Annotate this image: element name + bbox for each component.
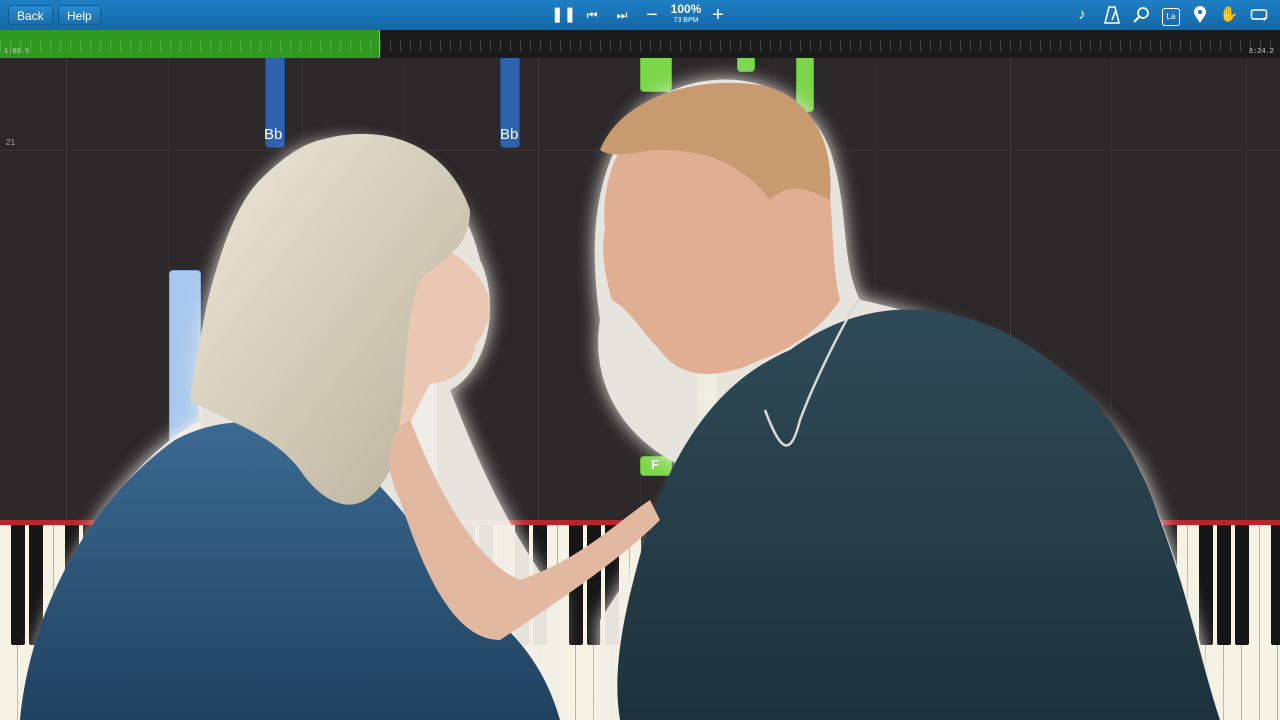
black-key[interactable]: [1145, 525, 1159, 645]
black-key[interactable]: [191, 525, 205, 645]
black-key[interactable]: [1199, 525, 1213, 645]
black-key[interactable]: [533, 525, 547, 645]
black-key[interactable]: [695, 525, 709, 645]
black-key[interactable]: [1019, 525, 1033, 645]
black-key[interactable]: [317, 525, 331, 645]
black-key[interactable]: [515, 525, 529, 645]
label-icon-text: La: [1162, 8, 1180, 26]
zoom-readout: 100% 73 BPM: [668, 3, 704, 25]
label-icon[interactable]: La: [1160, 4, 1182, 26]
progress-ticks: [0, 40, 1280, 52]
black-key[interactable]: [1217, 525, 1231, 645]
black-key[interactable]: [641, 525, 655, 645]
help-button[interactable]: Help: [58, 5, 101, 25]
black-key[interactable]: [1091, 525, 1105, 645]
black-key[interactable]: [785, 525, 799, 645]
black-key[interactable]: [227, 525, 241, 645]
falling-note: [640, 58, 672, 92]
black-key[interactable]: [137, 525, 151, 645]
black-key[interactable]: [11, 525, 25, 645]
black-key[interactable]: [461, 525, 475, 645]
black-key[interactable]: [947, 525, 961, 645]
falling-note: [697, 358, 717, 520]
black-key[interactable]: [389, 525, 403, 645]
black-key[interactable]: [281, 525, 295, 645]
elapsed-time: 1:00.5: [4, 48, 30, 56]
grid-line: [640, 58, 641, 520]
black-key[interactable]: [983, 525, 997, 645]
music-note-icon[interactable]: ♪: [1071, 4, 1093, 26]
total-time: 3:24.2: [1248, 48, 1274, 56]
top-toolbar: Back Help ❚❚ ⏮ ⏭ − 100% 73 BPM + ♪ La ✋: [0, 0, 1280, 30]
falling-note: [405, 378, 437, 520]
piano-keyboard: [0, 520, 1280, 720]
note-label: Ab: [697, 388, 715, 403]
black-key[interactable]: [569, 525, 583, 645]
song-progress-bar[interactable]: 1:00.5 3:24.2: [0, 30, 1280, 58]
back-button[interactable]: Back: [8, 5, 53, 25]
black-key[interactable]: [965, 525, 979, 645]
black-key[interactable]: [1109, 525, 1123, 645]
black-key[interactable]: [893, 525, 907, 645]
grid-line: [403, 58, 404, 520]
black-key[interactable]: [911, 525, 925, 645]
black-key[interactable]: [605, 525, 619, 645]
black-key[interactable]: [101, 525, 115, 645]
falling-notes-area: 21 Bb Bb Ab F: [0, 58, 1280, 520]
black-key[interactable]: [335, 525, 349, 645]
black-key[interactable]: [659, 525, 673, 645]
black-key[interactable]: [1163, 525, 1177, 645]
black-key[interactable]: [767, 525, 781, 645]
note-label: Bb: [264, 126, 283, 143]
grid-line: [66, 58, 67, 520]
black-key[interactable]: [713, 525, 727, 645]
plus-icon[interactable]: +: [707, 4, 729, 26]
location-pin-icon[interactable]: [1189, 4, 1211, 26]
falling-note: [796, 58, 814, 112]
black-key[interactable]: [1073, 525, 1087, 645]
falling-note: [169, 270, 201, 520]
metronome-icon[interactable]: [1101, 4, 1123, 26]
minus-icon[interactable]: −: [641, 4, 663, 26]
black-key[interactable]: [1037, 525, 1051, 645]
zoom-percent: 100%: [670, 2, 702, 16]
black-key[interactable]: [1271, 525, 1280, 645]
grid-line: [1010, 58, 1011, 520]
black-key[interactable]: [209, 525, 223, 645]
note-label: Bb: [500, 126, 519, 143]
black-key[interactable]: [731, 525, 745, 645]
tempo-readout: 73 BPM: [673, 17, 699, 24]
black-key[interactable]: [821, 525, 835, 645]
black-key[interactable]: [443, 525, 457, 645]
black-key[interactable]: [839, 525, 853, 645]
black-key[interactable]: [155, 525, 169, 645]
loop-icon[interactable]: [1248, 4, 1270, 26]
measure-number: 21: [6, 138, 15, 147]
black-key[interactable]: [65, 525, 79, 645]
note-label: F: [651, 457, 659, 472]
black-key[interactable]: [83, 525, 97, 645]
black-key[interactable]: [1235, 525, 1249, 645]
black-key[interactable]: [587, 525, 601, 645]
grid-line: [538, 58, 539, 520]
black-key[interactable]: [857, 525, 871, 645]
falling-note: [737, 58, 755, 72]
pause-icon[interactable]: ❚❚: [551, 4, 576, 26]
grid-line: [1246, 58, 1247, 520]
black-key[interactable]: [479, 525, 493, 645]
black-key[interactable]: [29, 525, 43, 645]
grid-line: [1111, 58, 1112, 520]
grid-line: [875, 58, 876, 520]
grid-line: [774, 58, 775, 520]
grid-line: [302, 58, 303, 520]
magnifier-icon[interactable]: [1130, 4, 1152, 26]
black-key[interactable]: [263, 525, 277, 645]
hand-icon[interactable]: ✋: [1218, 4, 1240, 26]
black-key[interactable]: [353, 525, 367, 645]
skip-forward-icon[interactable]: ⏭: [611, 4, 633, 26]
skip-back-icon[interactable]: ⏮: [581, 4, 603, 26]
black-key[interactable]: [407, 525, 421, 645]
